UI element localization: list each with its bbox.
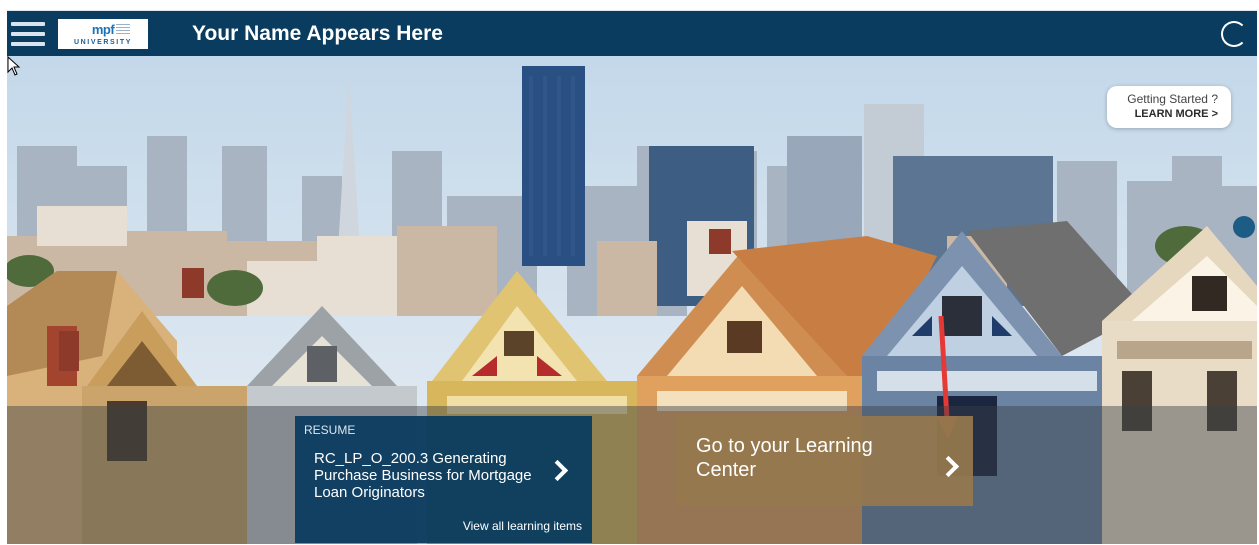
logo-mark: mpf	[91, 21, 131, 37]
view-all-learning-items-link[interactable]: View all learning items	[463, 519, 582, 533]
menu-line	[11, 32, 45, 36]
page-title: Your Name Appears Here	[192, 22, 443, 45]
logo-subtitle: UNIVERSITY	[73, 38, 132, 46]
bottom-overlay-band	[7, 406, 1257, 544]
top-navigation-bar: mpf UNIVERSITY Your Name Appears Here	[7, 11, 1257, 56]
getting-started-question: Getting Started ?	[1127, 92, 1218, 106]
mpf-university-logo[interactable]: mpf UNIVERSITY	[58, 19, 148, 49]
learn-more-link[interactable]: LEARN MORE >	[1107, 107, 1218, 122]
circle-indicator-icon	[1233, 216, 1255, 238]
chevron-right-icon[interactable]	[546, 459, 569, 482]
learning-center-button[interactable]: Go to your Learning Center	[675, 416, 973, 506]
menu-line	[11, 42, 45, 46]
app-window: mpf UNIVERSITY Your Name Appears Here Ge…	[7, 10, 1257, 544]
mouse-pointer-icon	[7, 56, 21, 76]
hero-banner: Getting Started ? LEARN MORE >	[7, 56, 1257, 544]
resume-course-card[interactable]: RESUME RC_LP_O_200.3 Generating Purchase…	[295, 416, 592, 543]
learning-center-label: Go to your Learning Center	[696, 435, 873, 481]
menu-line	[11, 22, 45, 26]
resume-label: RESUME	[304, 423, 356, 437]
getting-started-bubble[interactable]: Getting Started ? LEARN MORE >	[1107, 86, 1231, 128]
hamburger-menu-icon[interactable]	[10, 16, 46, 52]
resume-course-title[interactable]: RC_LP_O_200.3 Generating Purchase Busine…	[314, 450, 536, 501]
chevron-right-icon[interactable]	[937, 455, 960, 478]
loading-spinner-icon	[1221, 21, 1247, 47]
